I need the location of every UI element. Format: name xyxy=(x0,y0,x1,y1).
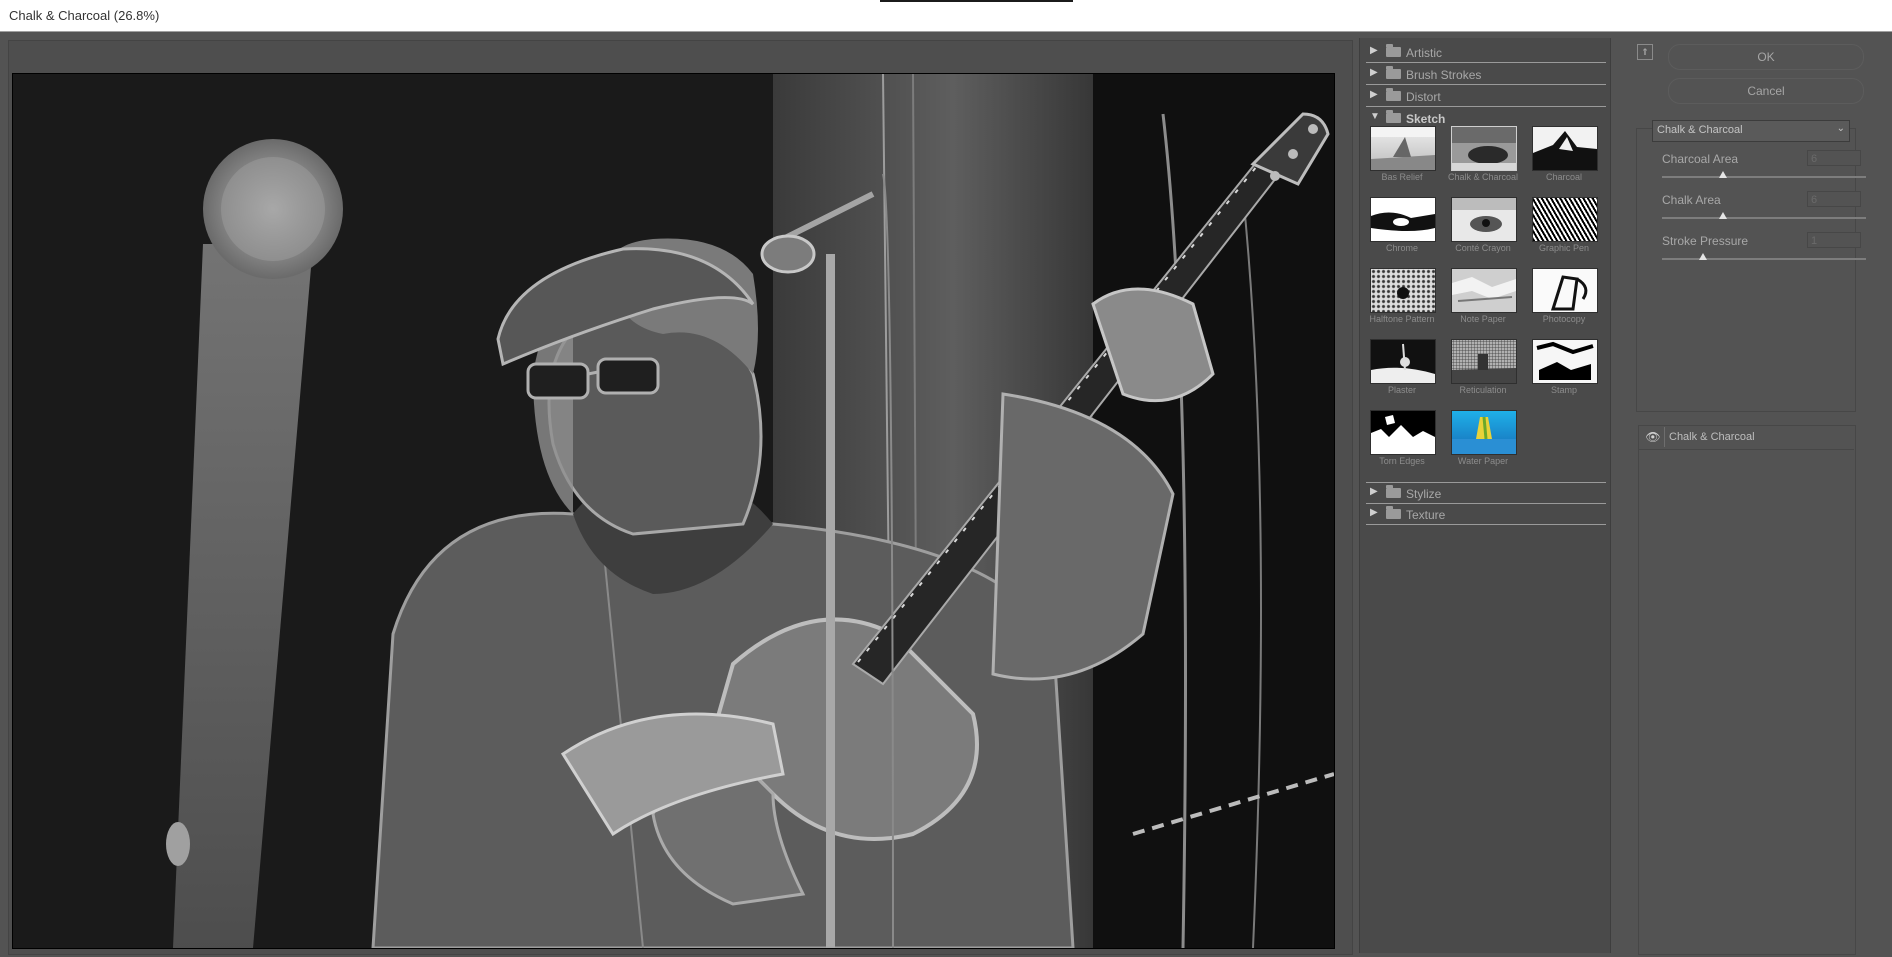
folder-label: Artistic xyxy=(1406,46,1442,60)
expand-arrow-icon[interactable]: ▶ xyxy=(1370,67,1378,78)
title-accent xyxy=(880,0,1073,2)
chevron-down-icon: ⌄ xyxy=(1836,123,1845,134)
folder-icon xyxy=(1386,88,1401,101)
thumb-torn-edges[interactable]: Torn Edges xyxy=(1366,410,1436,470)
thumb-charcoal[interactable]: Charcoal xyxy=(1528,126,1598,186)
thumb-graphic-pen[interactable]: Graphic Pen xyxy=(1528,197,1598,257)
thumbnail-image xyxy=(1370,126,1436,171)
thumb-stamp[interactable]: Stamp xyxy=(1528,339,1598,399)
folder-label: Brush Strokes xyxy=(1406,68,1482,82)
thumb-conte-crayon[interactable]: Conté Crayon xyxy=(1447,197,1517,257)
charcoal-area-slider-thumb[interactable] xyxy=(1719,171,1727,178)
thumb-plaster[interactable]: Plaster xyxy=(1366,339,1436,399)
effect-layer-name: Chalk & Charcoal xyxy=(1669,431,1755,443)
thumbnail-label: Photocopy xyxy=(1542,314,1586,324)
stroke-pressure-slider[interactable] xyxy=(1662,258,1866,260)
thumbnail-image xyxy=(1532,339,1598,384)
thumbnail-label: Halftone Pattern xyxy=(1369,314,1435,324)
folder-distort[interactable]: ▶ Distort xyxy=(1366,86,1606,107)
folder-brush-strokes[interactable]: ▶ Brush Strokes xyxy=(1366,64,1606,85)
ok-button[interactable]: OK xyxy=(1668,44,1864,70)
stroke-pressure-input[interactable]: 1 xyxy=(1807,232,1861,248)
charcoal-area-label: Charcoal Area xyxy=(1662,152,1739,166)
chalk-area-slider-thumb[interactable] xyxy=(1719,212,1727,219)
thumb-bas-relief[interactable]: Bas Relief xyxy=(1366,126,1436,186)
open-folder-icon xyxy=(1386,110,1401,123)
thumbnail-label: Note Paper xyxy=(1460,314,1506,324)
thumbnail-label: Plaster xyxy=(1387,385,1416,395)
thumbnail-label: Graphic Pen xyxy=(1538,243,1590,253)
thumb-chrome[interactable]: Chrome xyxy=(1366,197,1436,257)
thumb-note-paper[interactable]: Note Paper xyxy=(1447,268,1517,328)
thumb-chalk-charcoal[interactable]: Chalk & Charcoal xyxy=(1447,126,1518,186)
folder-artistic[interactable]: ▶ Artistic xyxy=(1366,42,1606,63)
folder-label: Texture xyxy=(1406,508,1446,522)
thumbnail-label: Chalk & Charcoal xyxy=(1447,172,1519,182)
thumbnail-image xyxy=(1370,197,1436,242)
thumbnail-image xyxy=(1532,268,1598,313)
folder-icon xyxy=(1386,44,1401,57)
collapse-arrow-icon[interactable]: ▼ xyxy=(1370,111,1380,122)
folder-icon xyxy=(1386,506,1401,519)
thumbnail-label: Charcoal xyxy=(1545,172,1583,182)
expand-arrow-icon[interactable]: ▶ xyxy=(1370,486,1378,497)
thumbnail-image xyxy=(1532,197,1598,242)
charcoal-area-input[interactable]: 6 xyxy=(1807,150,1861,166)
thumb-halftone-pattern[interactable]: Halftone Pattern xyxy=(1366,268,1436,328)
thumb-reticulation[interactable]: Reticulation xyxy=(1447,339,1517,399)
folder-label: Stylize xyxy=(1406,487,1442,501)
divider xyxy=(1664,427,1665,447)
chalk-area-input[interactable]: 6 xyxy=(1807,191,1861,207)
thumbnail-image xyxy=(1532,126,1598,171)
thumbnail-image xyxy=(1451,197,1517,242)
folder-icon xyxy=(1386,485,1401,498)
collapse-gallery-icon[interactable]: ⇑ xyxy=(1637,44,1653,60)
folder-texture[interactable]: ▶ Texture xyxy=(1366,504,1606,525)
thumbnail-image xyxy=(1451,268,1517,313)
sketch-thumbnails: Bas Relief Chalk & Charcoal Charcoal Chr… xyxy=(1360,126,1610,516)
expand-arrow-icon[interactable]: ▶ xyxy=(1370,45,1378,56)
expand-arrow-icon[interactable]: ▶ xyxy=(1370,89,1378,100)
thumbnail-image xyxy=(1370,268,1436,313)
preview-canvas xyxy=(13,74,1334,948)
filter-select-value: Chalk & Charcoal xyxy=(1657,124,1743,136)
folder-label: Sketch xyxy=(1406,112,1446,126)
stroke-pressure-label: Stroke Pressure xyxy=(1662,234,1749,248)
preview-image[interactable] xyxy=(12,73,1335,949)
title-bar: Chalk & Charcoal (26.8%) xyxy=(0,0,1892,32)
thumbnail-label: Water Paper xyxy=(1457,456,1509,466)
filter-settings-group xyxy=(1636,128,1856,412)
thumbnail-image xyxy=(1451,126,1517,171)
charcoal-area-slider[interactable] xyxy=(1662,176,1866,178)
thumbnail-label: Stamp xyxy=(1550,385,1577,395)
thumbnail-image xyxy=(1451,339,1517,384)
thumbnail-image xyxy=(1370,410,1436,455)
thumbnail-label: Torn Edges xyxy=(1379,456,1425,466)
chalk-area-slider[interactable] xyxy=(1662,217,1866,219)
chalk-area-label: Chalk Area xyxy=(1662,193,1721,207)
folder-stylize[interactable]: ▶ Stylize xyxy=(1366,482,1606,504)
folder-sketch[interactable]: ▼ Sketch xyxy=(1366,108,1606,128)
thumbnail-image xyxy=(1370,339,1436,384)
thumb-photocopy[interactable]: Photocopy xyxy=(1528,268,1598,328)
effect-layer-row[interactable]: 👁 Chalk & Charcoal xyxy=(1638,425,1854,450)
folder-label: Distort xyxy=(1406,90,1441,104)
cancel-button[interactable]: Cancel xyxy=(1668,78,1864,104)
folder-icon xyxy=(1386,66,1401,79)
thumbnail-image xyxy=(1451,410,1517,455)
filter-gallery[interactable]: ▶ Artistic ▶ Brush Strokes ▶ Distort ▼ S… xyxy=(1359,38,1611,953)
window-title: Chalk & Charcoal (26.8%) xyxy=(9,8,160,23)
thumbnail-label: Conté Crayon xyxy=(1455,243,1511,253)
stroke-pressure-slider-thumb[interactable] xyxy=(1699,253,1707,260)
thumb-water-paper[interactable]: Water Paper xyxy=(1447,410,1517,470)
eye-icon[interactable]: 👁 xyxy=(1642,429,1664,445)
filter-select[interactable]: Chalk & Charcoal ⌄ xyxy=(1652,120,1850,142)
effect-layers-list xyxy=(1638,425,1856,955)
thumbnail-label: Bas Relief xyxy=(1381,172,1423,182)
thumbnail-label: Chrome xyxy=(1385,243,1418,253)
thumbnail-label: Reticulation xyxy=(1459,385,1507,395)
expand-arrow-icon[interactable]: ▶ xyxy=(1370,507,1378,518)
